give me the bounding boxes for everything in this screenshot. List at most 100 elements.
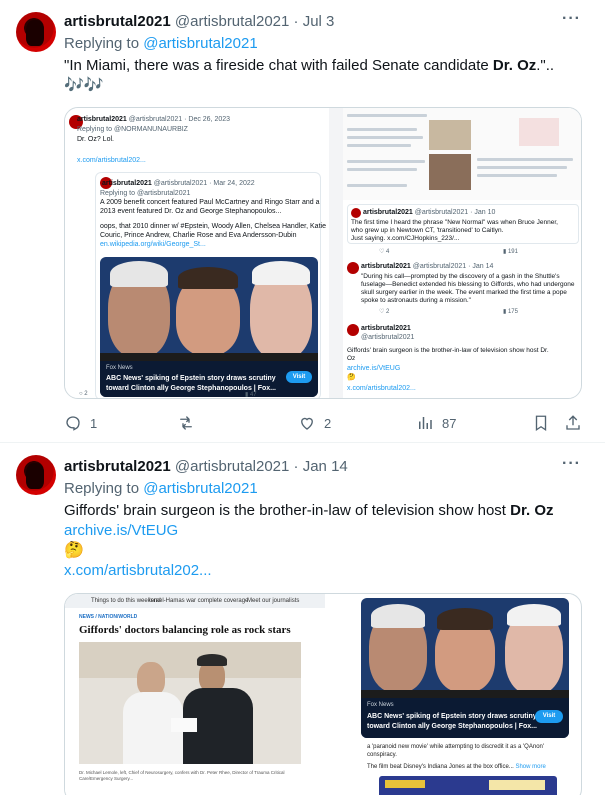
embedded-text: Oz — [347, 355, 356, 362]
views-count: 87 — [442, 415, 457, 431]
embedded-count: 4 — [386, 249, 390, 255]
embedded-name: artisbrutal2021 — [361, 263, 411, 270]
tweet-text-bold: Dr. Oz — [510, 502, 554, 519]
tweet-media-image[interactable]: artisbrutal2021 @artisbrutal2021 · Dec 2… — [64, 107, 582, 399]
show-more-link: Show more — [515, 764, 546, 770]
embedded-actions: ▮ 47 — [245, 392, 257, 398]
embedded-actions: ○ 2 — [79, 391, 88, 397]
hair-center — [178, 267, 238, 289]
news-photo: Fox News ABC News' spiking of Epstein st… — [100, 257, 318, 397]
tweet-2[interactable]: artisbrutal2021 @artisbrutal2021 · Jan 1… — [0, 443, 605, 795]
tweet-date[interactable]: Jan 14 — [303, 458, 348, 475]
author-handle[interactable]: @artisbrutal2021 — [175, 13, 289, 30]
embedded-text: Couric, Prince Andrew, Charlie Rose and … — [100, 232, 297, 239]
embedded-handle: @artisbrutal2021 — [361, 334, 415, 341]
link-card-bar: Fox News ABC News' spiking of Epstein st… — [361, 698, 569, 738]
card-caption: a 'paranoid new movie' while attempting … — [367, 744, 545, 750]
nav-item: Israel-Hamas war complete coverage — [149, 598, 249, 604]
article-screenshot: Things to do this weekend Israel-Hamas w… — [65, 594, 325, 795]
replying-prefix: Replying to — [64, 35, 140, 52]
music-emoji: 🎶🎶 — [64, 77, 104, 94]
replying-to-link[interactable]: @artisbrutal2021 — [143, 480, 257, 497]
visit-button: Visit — [535, 710, 563, 723]
embedded-text: oops, that 2010 dinner w/ #Epstein, Wood… — [100, 223, 326, 230]
x-link[interactable]: x.com/artisbrutal202... — [64, 561, 584, 581]
news-photo: Fox News ABC News' spiking of Epstein st… — [361, 598, 569, 738]
article-thumbnail — [343, 108, 581, 200]
archive-link[interactable]: archive.is/VtEUG — [64, 521, 584, 541]
heart-icon — [301, 417, 313, 430]
views-button[interactable]: 87 — [416, 411, 456, 435]
tweet-header: artisbrutal2021 @artisbrutal2021 · Jan 1… — [64, 457, 348, 477]
embedded-reply: Replying to @NORMANUNAURBIZ — [77, 126, 188, 133]
bookmark-icon — [535, 415, 547, 432]
thinking-emoji: 🤔 — [64, 542, 84, 559]
embedded-link: archive.is/VtEUG — [347, 365, 401, 372]
tweet-text-part: "In Miami, there was a fireside chat wit… — [64, 57, 493, 74]
separator-dot: · — [293, 13, 299, 30]
embedded-link: x.com/artisbrutal202... — [77, 157, 146, 164]
embedded-handle: @artisbrutal2021 · Jan 10 — [414, 209, 496, 216]
reply-icon — [66, 416, 80, 431]
embedded-link: en.wikipedia.org/wiki/George_St... — [100, 241, 206, 248]
like-count: 2 — [324, 415, 332, 431]
replying-to: Replying to @artisbrutal2021 — [64, 34, 258, 54]
repost-icon — [180, 416, 192, 430]
tweet-actions: 1 2 87 — [64, 411, 584, 435]
embedded-text: spoke to astronauts during a mission." — [361, 297, 471, 304]
link-card-bar: Fox News ABC News' spiking of Epstein st… — [100, 361, 318, 397]
article-nav: Things to do this weekend Israel-Hamas w… — [65, 594, 325, 608]
embedded-text: Giffords' brain surgeon is the brother-i… — [347, 347, 549, 354]
more-options-icon[interactable]: ··· — [562, 10, 581, 28]
embedded-count: 2 — [84, 391, 88, 397]
thinking-emoji: 🤔 — [347, 374, 356, 381]
embedded-name: artisbrutal2021 — [102, 180, 152, 187]
embedded-name: artisbrutal2021 — [363, 209, 413, 216]
repost-button[interactable] — [177, 411, 203, 435]
replying-to: Replying to @artisbrutal2021 — [64, 479, 258, 499]
link-card-screenshot: Fox News ABC News' spiking of Epstein st… — [357, 594, 573, 795]
quoted-tweet: artisbrutal2021 @artisbrutal2021 · Mar 2… — [95, 172, 326, 398]
like-button[interactable]: 2 — [298, 411, 331, 435]
tweet-date[interactable]: Jul 3 — [303, 13, 335, 30]
card-caption-line: The film beat Disney's Indiana Jones at … — [367, 764, 546, 770]
tweet-text: Giffords' brain surgeon is the brother-i… — [64, 501, 584, 521]
replying-to-link[interactable]: @artisbrutal2021 — [143, 35, 257, 52]
embedded-text: Dr. Oz? Lol. — [77, 136, 114, 143]
quoted-tweet: artisbrutal2021 @artisbrutal2021 · Jan 1… — [347, 204, 579, 244]
embedded-reply: Replying to @artisbrutal2021 — [100, 190, 191, 197]
bookmark-button[interactable] — [532, 411, 550, 435]
tweet-text-part: .".. — [536, 57, 555, 74]
screenshot-right-panel: artisbrutal2021 @artisbrutal2021 · Jan 1… — [343, 108, 581, 398]
author-name[interactable]: artisbrutal2021 — [64, 13, 171, 30]
visit-button: Visit — [286, 371, 312, 383]
embedded-text: 2013 event featured Dr. Oz and George St… — [100, 208, 282, 215]
card-caption: The film beat Disney's Indiana Jones at … — [367, 764, 514, 770]
article-photo — [79, 642, 301, 764]
embedded-text: A 2009 benefit concert featured Paul McC… — [100, 199, 320, 206]
avatar[interactable] — [16, 455, 56, 495]
reply-count: 1 — [90, 415, 98, 431]
author-handle[interactable]: @artisbrutal2021 — [175, 458, 289, 475]
tweet-text: "In Miami, there was a fireside chat wit… — [64, 56, 584, 76]
tweet-media-image[interactable]: Things to do this weekend Israel-Hamas w… — [64, 593, 582, 795]
tweet-1[interactable]: artisbrutal2021 @artisbrutal2021 · Jul 3… — [0, 0, 605, 441]
more-options-icon[interactable]: ··· — [562, 455, 581, 473]
nav-item: Meet our journalists — [247, 598, 300, 604]
views-icon — [419, 417, 432, 429]
card-title: ABC News' spiking of Epstein story draws… — [106, 375, 276, 382]
avatar[interactable] — [16, 12, 56, 52]
embedded-link: x.com/artisbrutal202... — [347, 385, 416, 392]
screenshot-left-panel: artisbrutal2021 @artisbrutal2021 · Dec 2… — [65, 108, 329, 398]
author-name[interactable]: artisbrutal2021 — [64, 458, 171, 475]
tweet-header: artisbrutal2021 @artisbrutal2021 · Jul 3 — [64, 12, 334, 32]
article-section: NEWS / NATION/WORLD — [79, 614, 138, 620]
embedded-handle: @artisbrutal2021 · Jan 14 — [412, 263, 494, 270]
share-button[interactable] — [564, 411, 582, 435]
reply-button[interactable]: 1 — [64, 411, 97, 435]
embedded-count: 175 — [507, 309, 518, 315]
hair-left — [110, 261, 168, 287]
card-source: Fox News — [367, 702, 394, 708]
embedded-handle: @artisbrutal2021 · Mar 24, 2022 — [153, 180, 255, 187]
embedded-count: 47 — [249, 392, 257, 398]
